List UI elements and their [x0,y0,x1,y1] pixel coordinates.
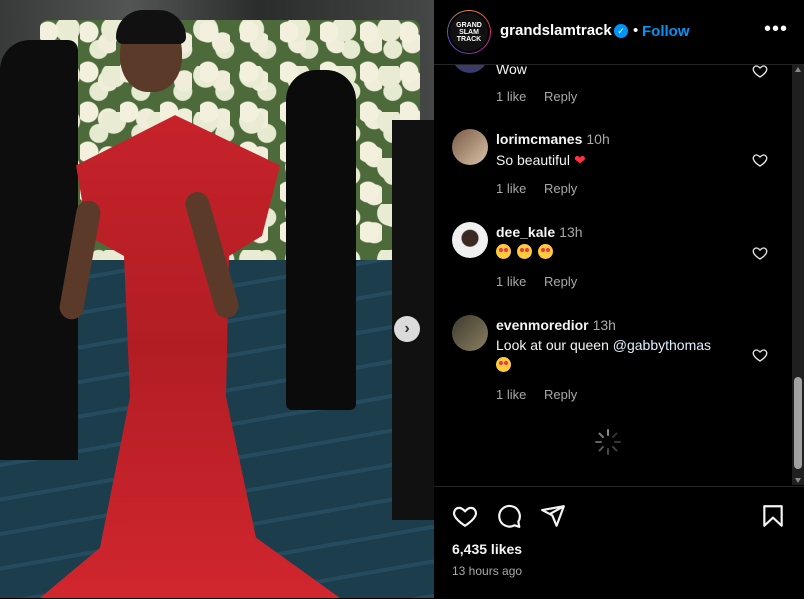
heart-icon[interactable] [752,245,768,261]
post-side-panel: GRAND SLAM TRACK grandslamtrack ✓ • Follow… [434,0,804,598]
author-avatar[interactable]: GRAND SLAM TRACK [447,10,491,54]
comment-header: dee_kale 13h [496,224,583,240]
verified-badge-icon: ✓ [614,24,628,38]
comment-icon[interactable] [496,503,522,529]
reply-button[interactable]: Reply [544,387,577,402]
heart-icon[interactable] [752,347,768,363]
heart-eyes-emoji-icon [496,244,511,259]
post-actions: 6,435 likes 13 hours ago [434,486,804,599]
reply-button[interactable]: Reply [544,181,577,196]
comment-meta: 1 like Reply [496,89,591,104]
comment-text: So beautiful [496,152,570,168]
loading-spinner-icon [595,429,621,455]
guest-left [0,40,78,460]
comment-meta: 1 like Reply [496,387,591,402]
comment-time: 13h [592,317,616,333]
red-heart-emoji-icon: ❤ [573,152,586,168]
more-options-icon[interactable]: ••• [764,18,788,41]
comment-likes[interactable]: 1 like [496,387,526,402]
heart-eyes-emoji-icon [517,244,532,259]
comment-username[interactable]: evenmoredior [496,317,589,333]
comment-emoji-row [496,244,559,260]
heart-eyes-emoji-icon [496,357,511,372]
post-timestamp[interactable]: 13 hours ago [452,564,522,578]
author-username[interactable]: grandslamtrack [500,22,612,39]
model-hair [116,10,186,44]
comment-text: Look at our queen [496,337,609,353]
comment-time: 10h [586,131,610,147]
comment-likes[interactable]: 1 like [496,274,526,289]
guest-right [286,70,356,410]
comment-time: 13h [559,224,583,240]
reply-button[interactable]: Reply [544,274,577,289]
comment-emoji-row [496,357,517,373]
share-icon[interactable] [540,503,566,529]
comment-meta: 1 like Reply [496,181,591,196]
reply-button[interactable]: Reply [544,89,577,104]
comment-header: lorimcmanes 10h [496,131,610,147]
comments-list: Wow 1 like Reply lorimcmanes 10h So beaut… [434,65,792,485]
comment-text: Wow [496,65,527,77]
follow-button[interactable]: Follow [642,23,690,40]
comment-username[interactable]: dee_kale [496,224,555,240]
comment-username[interactable]: lorimcmanes [496,131,582,147]
author-avatar-logo: GRAND SLAM TRACK [448,11,490,53]
heart-icon[interactable] [752,152,768,168]
heart-icon[interactable] [752,65,768,79]
post-viewer: › GRAND SLAM TRACK grandslamtrack ✓ • Foll… [0,0,804,598]
comment-avatar[interactable] [452,129,488,165]
next-image-button[interactable]: › [394,316,420,342]
comment-meta: 1 like Reply [496,274,591,289]
separator-dot: • [633,22,639,39]
comment-avatar[interactable] [452,222,488,258]
post-header: GRAND SLAM TRACK grandslamtrack ✓ • Follow… [434,0,804,65]
comment-avatar[interactable] [452,65,488,73]
likes-count[interactable]: 6,435 likes [452,541,522,557]
scroll-up-arrow-icon[interactable] [795,67,801,72]
scroll-down-arrow-icon[interactable] [795,478,801,483]
post-photo[interactable]: › [0,0,434,598]
comments-scrollbar[interactable] [792,65,804,485]
comment-mention-link[interactable]: @gabbythomas [613,337,711,353]
chevron-right-icon: › [404,320,410,337]
scrollbar-thumb[interactable] [794,377,802,469]
comment-text-wrap: So beautiful ❤ [496,152,586,169]
comment-likes[interactable]: 1 like [496,181,526,196]
comment-header: evenmoredior 13h [496,317,616,333]
comment-likes[interactable]: 1 like [496,89,526,104]
heart-eyes-emoji-icon [538,244,553,259]
heart-icon[interactable] [452,503,478,529]
comment-text-wrap: Look at our queen @gabbythomas [496,337,711,353]
comment-avatar[interactable] [452,315,488,351]
bookmark-icon[interactable] [760,503,786,529]
